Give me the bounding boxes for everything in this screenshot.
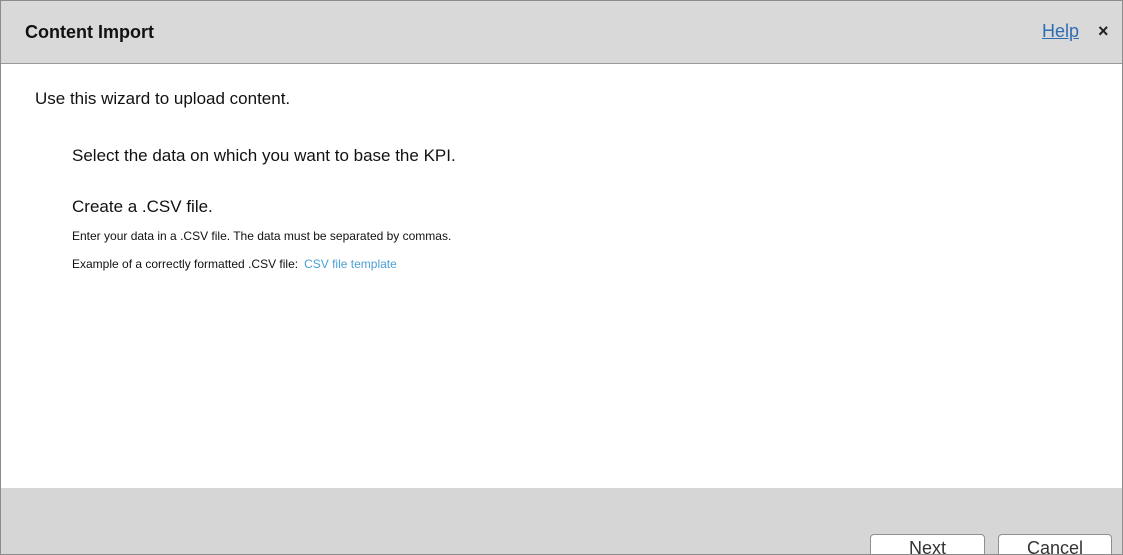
content-import-dialog: Content Import Help × Use this wizard to… bbox=[0, 0, 1123, 555]
csv-example-label: Example of a correctly formatted .CSV fi… bbox=[72, 257, 299, 271]
dialog-title: Content Import bbox=[25, 22, 154, 42]
dialog-titlebar: Content Import Help × bbox=[1, 1, 1122, 64]
csv-example-row: Example of a correctly formatted .CSV fi… bbox=[72, 257, 397, 271]
csv-step-description: Enter your data in a .CSV file. The data… bbox=[72, 229, 452, 243]
wizard-intro-text: Use this wizard to upload content. bbox=[35, 89, 291, 108]
close-icon[interactable]: × bbox=[1098, 21, 1109, 41]
select-data-instruction: Select the data on which you want to bas… bbox=[72, 146, 456, 165]
csv-template-link[interactable]: CSV file template bbox=[304, 257, 397, 271]
help-link[interactable]: Help bbox=[1042, 21, 1079, 42]
next-button[interactable]: Next bbox=[870, 534, 985, 554]
csv-step-heading: Create a .CSV file. bbox=[72, 197, 213, 216]
dialog-footer: Next Cancel bbox=[1, 488, 1122, 554]
cancel-button[interactable]: Cancel bbox=[998, 534, 1112, 554]
dialog-content: Use this wizard to upload content. Selec… bbox=[1, 64, 1122, 488]
